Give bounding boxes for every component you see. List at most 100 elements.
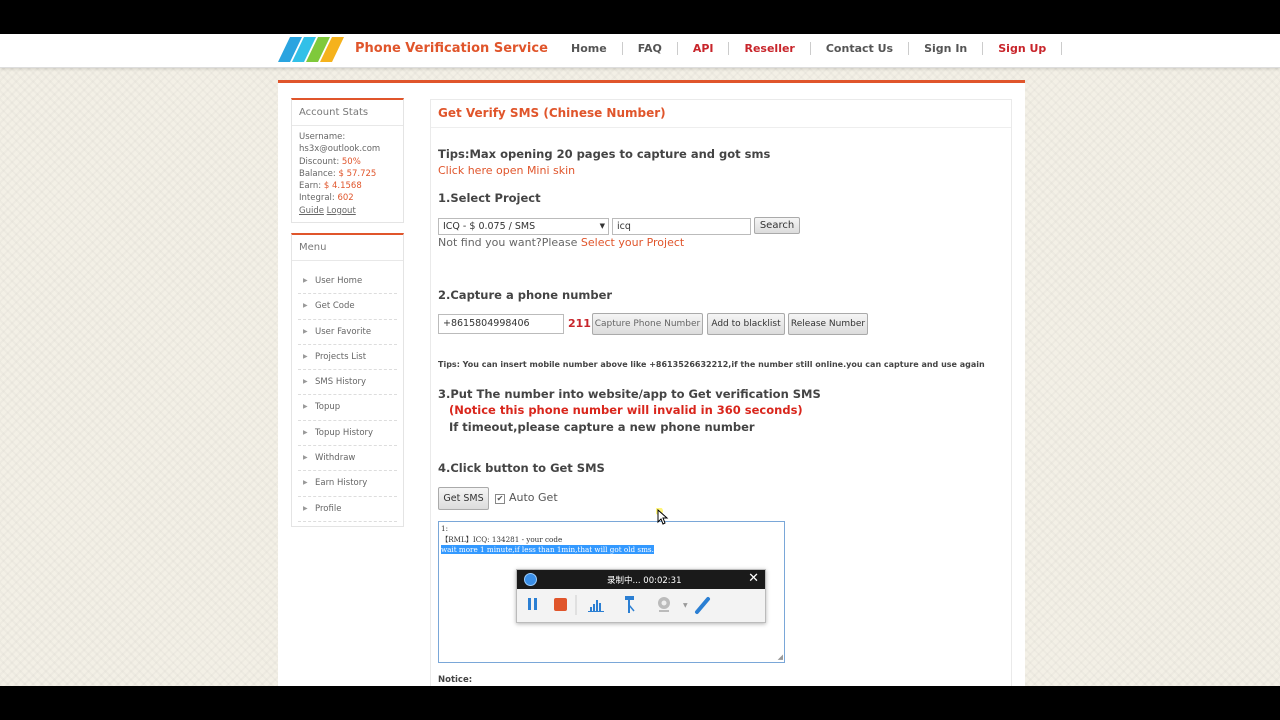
menu-item-profile[interactable]: ▶ Profile [298,497,397,522]
letterbox-bottom [0,686,1280,720]
auto-get-label: Auto Get [509,491,558,504]
site-header: Phone Verification Service Home FAQ API … [0,34,1280,68]
pause-icon[interactable] [528,598,537,610]
pen-icon[interactable] [695,597,710,614]
resize-grip-icon[interactable]: ◢ [778,652,783,663]
arrow-right-icon: ▶ [303,428,308,436]
nav-sign-up[interactable]: Sign Up [983,42,1063,55]
menu-item-label: User Favorite [315,326,372,337]
stop-icon[interactable] [554,598,567,611]
menu-item-get-code[interactable]: ▶ Get Code [298,294,397,320]
menu-item-label: Earn History [315,478,368,489]
not-find-text: Not find you want?Please [438,236,578,249]
username-value: hs3x@outlook.com [299,144,381,155]
add-to-blacklist-button[interactable]: Add to blacklist [707,313,785,335]
project-select-value: ICQ - $ 0.075 / SMS [443,221,536,232]
get-sms-button[interactable]: Get SMS [438,487,489,510]
account-stats: Username: hs3x@outlook.com Discount: 50%… [292,126,403,222]
nav-sign-in[interactable]: Sign In [909,42,984,55]
not-find-line: Not find you want?Please Select your Pro… [438,236,684,249]
logout-link[interactable]: Logout [327,206,356,216]
integral-value: 602 [337,193,354,204]
menu-title: Menu [292,235,403,261]
arrow-right-icon: ▶ [303,403,308,411]
nav-reseller[interactable]: Reseller [729,42,811,55]
menu-item-label: Get Code [315,301,355,312]
mouse-cursor-icon [656,508,669,525]
recorder-widget[interactable]: 录制中... 00:02:31 ✕ ▼ [516,569,766,623]
step4-heading: 4.Click button to Get SMS [438,461,605,475]
arrow-right-icon: ▶ [303,327,308,335]
account-stats-title: Account Stats [292,100,403,126]
recorder-toolbar: ▼ [528,595,710,615]
menu-item-label: SMS History [315,377,367,388]
username-label: Username: [299,132,346,142]
sms-line-3: wait more 1 minute,if less than 1min,tha… [441,545,654,554]
integral-label: Integral: [299,193,335,204]
step1-heading: 1.Select Project [438,191,541,205]
menu-item-withdraw[interactable]: ▶ Withdraw [298,446,397,472]
nav-faq[interactable]: FAQ [623,42,678,55]
menu-item-user-favorite[interactable]: ▶ User Favorite [298,320,397,345]
webcam-icon[interactable]: ▼ [658,597,688,612]
recorder-logo-icon [524,573,537,586]
notice-red-text: (Notice this phone number will invalid i… [449,403,803,417]
project-select[interactable]: ICQ - $ 0.075 / SMS ▼ [438,218,609,235]
menu-item-topup-history[interactable]: ▶ Topup History [298,421,397,447]
nav-home[interactable]: Home [556,42,623,55]
nav-contact-us[interactable]: Contact Us [811,42,910,55]
recorder-titlebar[interactable]: 录制中... 00:02:31 ✕ [517,570,765,589]
page-title: Get Verify SMS (Chinese Number) [438,106,666,120]
menu-item-label: User Home [315,276,363,286]
letterbox-top [0,0,1280,34]
menu-box: Menu ▶ User Home ▶ Get Code ▶ User Favorite… [291,233,404,527]
camera-tripod-icon[interactable] [625,596,635,613]
release-number-button[interactable]: Release Number [788,313,868,335]
search-button[interactable]: Search [754,217,800,234]
phone-number-input[interactable]: +8615804998406 [438,314,564,334]
auto-get-toggle[interactable]: ✔ Auto Get [495,491,558,504]
step3-heading: 3.Put The number into website/app to Get… [438,387,821,401]
menu-item-topup[interactable]: ▶ Topup [298,395,397,421]
earn-label: Earn: [299,181,322,192]
arrow-right-icon: ▶ [303,352,308,360]
menu-item-label: Profile [315,503,342,514]
menu-item-label: Withdraw [315,453,356,464]
notice-label: Notice: [438,675,473,685]
menu-item-label: Topup [315,402,341,413]
menu-item-sms-history[interactable]: ▶ SMS History [298,370,397,396]
menu-item-user-home[interactable]: ▶ User Home [298,269,397,295]
tips-heading: Tips:Max opening 20 pages to capture and… [438,147,771,161]
project-search-input[interactable]: icq [612,218,751,235]
earn-value: $ 4.1568 [323,181,362,192]
brand-name[interactable]: Phone Verification Service [355,41,548,56]
arrow-right-icon: ▶ [303,277,308,284]
close-icon[interactable]: ✕ [748,571,759,586]
auto-get-checkbox[interactable]: ✔ [495,494,505,504]
mini-skin-link[interactable]: Click here open Mini skin [438,164,575,177]
nav-api[interactable]: API [678,42,730,55]
tips2-text: Tips: You can insert mobile number above… [438,360,985,369]
arrow-right-icon: ▶ [303,504,308,512]
balance-value: $ 57.725 [338,168,377,179]
menu-item-projects-list[interactable]: ▶ Projects List [298,345,397,371]
menu-item-earn-history[interactable]: ▶ Earn History [298,471,397,497]
content-header: Get Verify SMS (Chinese Number) [431,100,1011,128]
chevron-down-icon: ▼ [599,222,605,230]
arrow-right-icon: ▶ [303,454,308,462]
menu-item-label: Projects List [315,351,367,362]
discount-label: Discount: [299,156,340,167]
logo-icon[interactable] [278,37,344,62]
svg-text:▼: ▼ [683,602,688,609]
sms-line-1: 1: [441,524,448,533]
arrow-right-icon: ▶ [303,378,308,386]
recorder-title: 录制中... 00:02:31 [607,576,682,586]
audio-level-icon[interactable] [588,600,604,612]
menu-item-label: Topup History [315,427,374,438]
capture-phone-number-button[interactable]: Capture Phone Number [592,313,703,335]
balance-label: Balance: [299,168,336,179]
menu-list: ▶ User Home ▶ Get Code ▶ User Favorite ▶ Pro… [292,261,403,526]
guide-link[interactable]: Guide [299,206,324,216]
sms-line-2: 【RML】ICQ: 134281 - your code [441,534,563,544]
select-project-link[interactable]: Select your Project [581,236,684,249]
